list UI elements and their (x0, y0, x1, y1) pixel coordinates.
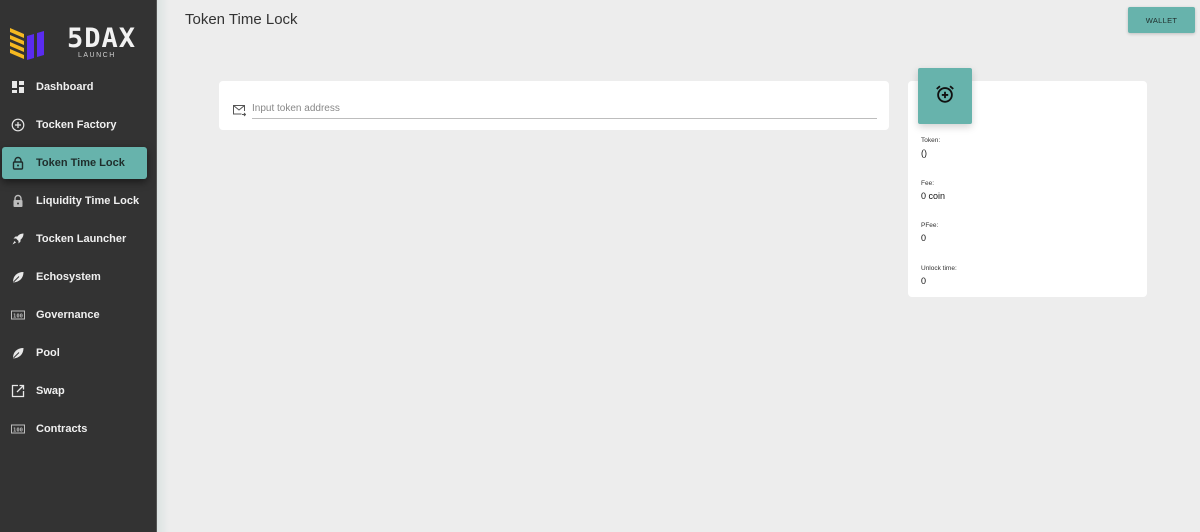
sidebar-nav: Dashboard Tocken Factory Token Time Lock… (0, 68, 157, 448)
rocket-icon (11, 232, 25, 246)
brand-subtitle: LAUNCH (78, 52, 116, 59)
page-title: Token Time Lock (185, 11, 298, 28)
sidebar-item-label: Swap (36, 385, 65, 397)
sidebar-item-tocken-launcher[interactable]: Tocken Launcher (0, 220, 157, 258)
token-address-field (232, 101, 877, 121)
external-link-icon (11, 384, 25, 398)
alarm-add-icon (934, 83, 956, 110)
sidebar-item-swap[interactable]: Swap (0, 372, 157, 410)
logo-mark-icon (10, 28, 44, 60)
sidebar-item-contracts[interactable]: 100 Contracts (0, 410, 157, 448)
token-label: Token: (921, 137, 941, 144)
svg-text:100: 100 (13, 314, 23, 320)
lock-icon (11, 194, 25, 208)
fee-value: 0 coin (921, 191, 946, 201)
sidebar-item-liquidity-time-lock[interactable]: Liquidity Time Lock (0, 182, 157, 220)
sidebar-item-label: Liquidity Time Lock (36, 195, 140, 207)
brand-name: 5DAX (67, 23, 137, 54)
lock-icon (11, 156, 25, 170)
sidebar-shadow (157, 0, 169, 532)
sidebar-item-label: Governance (36, 309, 100, 321)
pfee-value: 0 (921, 233, 927, 243)
sidebar-item-echosystem[interactable]: Echosystem (0, 258, 157, 296)
token-field: Token: () (921, 137, 940, 158)
sidebar-item-dashboard[interactable]: Dashboard (0, 68, 157, 106)
plus-circle-icon (11, 118, 25, 132)
counter-icon: 100 (11, 308, 25, 322)
sidebar-item-label: Echosystem (36, 271, 101, 283)
sidebar-item-label: Token Time Lock (36, 157, 125, 169)
unlock-time-field: Unlock time: 0 (921, 265, 957, 286)
logo[interactable]: 5DAX LAUNCH (10, 24, 150, 64)
sidebar-item-label: Dashboard (36, 81, 94, 93)
leaf-icon (11, 270, 25, 284)
pfee-label: PFee: (921, 222, 939, 229)
mail-forward-icon (232, 103, 247, 117)
svg-text:100: 100 (13, 428, 23, 434)
counter-icon: 100 (11, 422, 25, 436)
unlock-time-label: Unlock time: (921, 265, 957, 272)
sidebar: 5DAX LAUNCH Dashboard Tocken Factory Tok… (0, 0, 157, 532)
leaf-icon (11, 346, 25, 360)
fee-field: Fee: 0 coin (921, 180, 945, 201)
sidebar-item-label: Tocken Launcher (36, 233, 127, 245)
sidebar-item-tocken-factory[interactable]: Tocken Factory (0, 106, 157, 144)
sidebar-item-label: Contracts (36, 423, 88, 435)
token-value: () (921, 148, 927, 158)
sidebar-item-token-time-lock[interactable]: Token Time Lock (2, 147, 147, 179)
add-alarm-button[interactable] (918, 68, 972, 124)
token-address-card (219, 81, 889, 130)
sidebar-item-governance[interactable]: 100 Governance (0, 296, 157, 334)
unlock-time-value: 0 (921, 276, 927, 286)
wallet-button[interactable]: WALLET (1128, 7, 1195, 33)
fee-label: Fee: (921, 180, 935, 187)
pfee-field: PFee: 0 (921, 222, 938, 243)
sidebar-item-label: Pool (36, 347, 60, 359)
sidebar-item-pool[interactable]: Pool (0, 334, 157, 372)
token-address-input[interactable] (252, 101, 877, 119)
dashboard-icon (11, 80, 25, 94)
sidebar-item-label: Tocken Factory (36, 119, 117, 131)
